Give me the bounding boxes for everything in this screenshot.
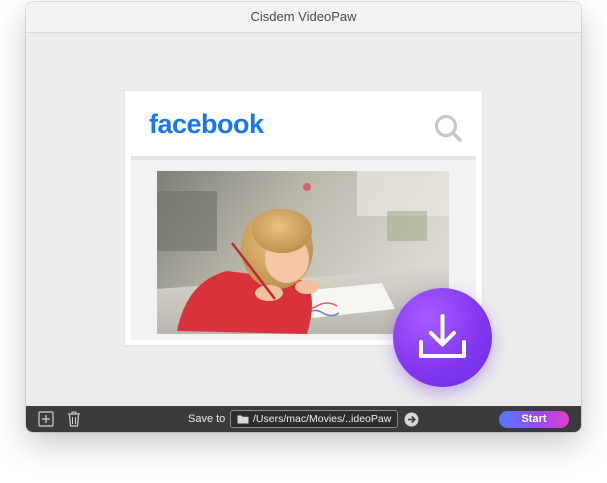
bottom-toolbar: Save to /Users/mac/Movies/..ideoPaw Star… (26, 406, 581, 432)
trash-icon[interactable] (66, 411, 82, 427)
download-button[interactable] (393, 288, 492, 387)
search-icon (434, 114, 462, 142)
title-bar: Cisdem VideoPaw (26, 2, 581, 33)
facebook-logo: facebook (149, 109, 264, 139)
main-content: facebook (26, 33, 581, 406)
app-window: Cisdem VideoPaw facebook Save to /Users/… (26, 2, 581, 432)
start-button[interactable]: Start (499, 411, 569, 428)
window-title: Cisdem VideoPaw (250, 9, 357, 24)
arrow-right-circle-icon[interactable] (404, 412, 419, 427)
download-icon (419, 314, 466, 358)
add-icon[interactable] (38, 411, 54, 427)
save-path-field[interactable]: /Users/mac/Movies/..ideoPaw (230, 410, 398, 428)
save-to-label: Save to (188, 413, 226, 425)
save-path-text: /Users/mac/Movies/..ideoPaw (253, 413, 392, 425)
folder-icon (237, 415, 249, 424)
